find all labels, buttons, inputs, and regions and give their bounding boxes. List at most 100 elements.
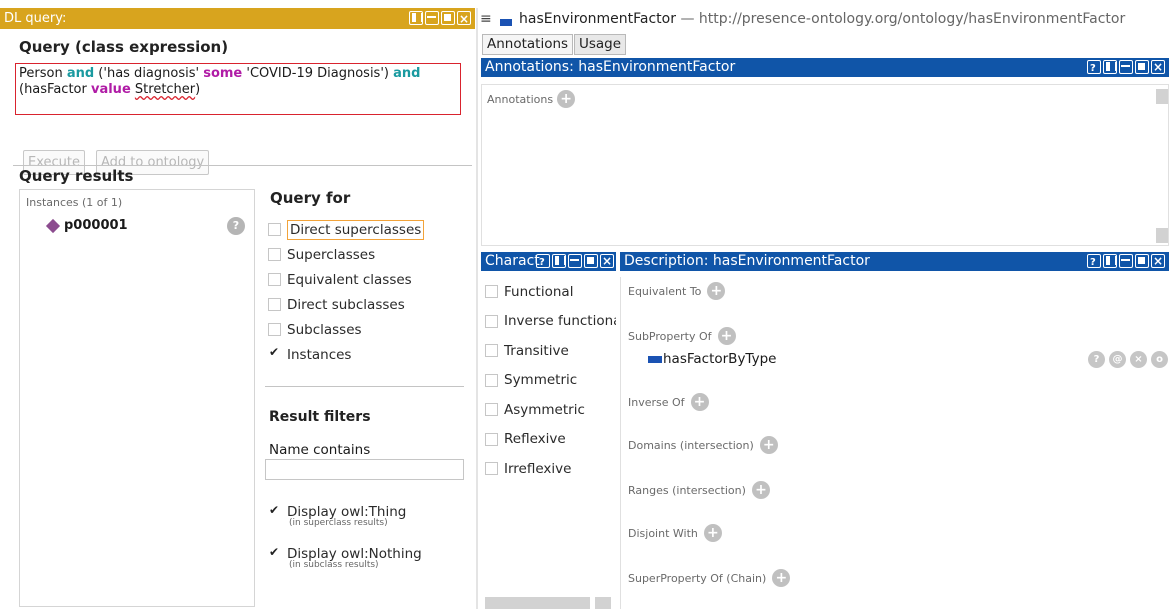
close-icon[interactable] — [1151, 252, 1165, 271]
characteristic-symmetric[interactable]: Symmetric — [485, 366, 616, 396]
name-contains-input[interactable] — [265, 459, 464, 480]
option-label: Equivalent classes — [287, 271, 412, 288]
characteristic-label: Functional — [504, 283, 574, 300]
edit-icon[interactable]: o — [1151, 350, 1168, 368]
section-label: SuperProperty Of (Chain) — [628, 571, 767, 585]
annotations-title: Annotations: hasEnvironmentFactor — [485, 59, 736, 75]
characteristic-irreflexive[interactable]: Irreflexive — [485, 454, 616, 484]
characteristic-label: Irreflexive — [504, 460, 572, 477]
option-label: Subclasses — [287, 321, 362, 338]
add-range-icon[interactable]: + — [751, 481, 770, 499]
add-disjoint-icon[interactable]: + — [703, 524, 722, 542]
subproperty-value: hasFactorByType — [663, 351, 777, 367]
checkbox[interactable] — [268, 248, 281, 261]
split-rows-icon[interactable] — [568, 254, 582, 268]
annotations-row: Annotations + — [487, 90, 576, 108]
checkbox[interactable] — [485, 432, 498, 446]
checkbox[interactable] — [268, 298, 281, 311]
add-equivalent-icon[interactable]: + — [707, 282, 726, 300]
add-annotation-icon[interactable]: + — [557, 90, 576, 108]
scrollbar-thumb[interactable] — [1156, 89, 1168, 104]
option-label: Instances — [287, 346, 352, 363]
checkbox-checked[interactable] — [268, 345, 281, 361]
characteristic-transitive[interactable]: Transitive — [485, 336, 616, 366]
query-for-superclasses[interactable]: Superclasses — [268, 242, 424, 267]
query-for-direct-superclasses[interactable]: Direct superclasses — [268, 217, 425, 242]
delete-icon[interactable]: × — [1130, 350, 1147, 368]
split-columns-icon[interactable] — [409, 11, 423, 25]
display-thing-option[interactable]: Display owl:Thing (in superclass results… — [268, 503, 406, 528]
query-for-equivalent-classes[interactable]: Equivalent classes — [268, 267, 424, 292]
menu-icon[interactable]: ≡ — [480, 11, 492, 27]
add-inverse-icon[interactable]: + — [690, 393, 709, 411]
checkbox-checked[interactable] — [268, 503, 281, 519]
maximize-icon[interactable] — [1135, 60, 1149, 74]
domains-section: Domains (intersection) + — [628, 436, 778, 454]
add-subproperty-icon[interactable]: + — [717, 327, 736, 345]
tab-annotations[interactable]: Annotations — [482, 34, 574, 55]
superproperty-chain-section: SuperProperty Of (Chain) + — [628, 569, 791, 587]
checkbox[interactable] — [485, 344, 498, 358]
split-columns-icon[interactable] — [552, 254, 566, 268]
close-icon[interactable] — [457, 9, 471, 30]
characteristics-title: Charact — [485, 253, 540, 269]
add-chain-icon[interactable]: + — [772, 569, 791, 587]
split-rows-icon[interactable] — [425, 11, 439, 25]
checkbox[interactable] — [268, 223, 281, 236]
characteristics-titlebar: Charact — [481, 252, 616, 272]
split-rows-icon[interactable] — [1119, 254, 1133, 268]
expr-keyword-and: and — [393, 66, 421, 81]
query-for-direct-subclasses[interactable]: Direct subclasses — [268, 292, 424, 317]
row-actions: ? @ × o — [1088, 350, 1168, 368]
explain-icon[interactable]: ? — [1088, 350, 1105, 368]
add-domain-icon[interactable]: + — [759, 436, 778, 454]
list-item[interactable]: p000001 — [45, 218, 128, 233]
query-results-list[interactable]: Instances (1 of 1) p000001 ? — [19, 189, 255, 607]
help-icon[interactable] — [536, 253, 550, 272]
option-label: Superclasses — [287, 246, 376, 263]
checkbox-checked[interactable] — [268, 545, 281, 561]
split-columns-icon[interactable] — [1103, 60, 1117, 74]
annotations-label: Annotations — [487, 92, 554, 106]
panel-splitter[interactable] — [476, 8, 478, 609]
close-icon[interactable] — [1151, 58, 1165, 77]
characteristic-inverse-functional[interactable]: Inverse functiona — [485, 307, 616, 337]
checkbox[interactable] — [485, 462, 498, 476]
characteristic-asymmetric[interactable]: Asymmetric — [485, 395, 616, 425]
maximize-icon[interactable] — [584, 254, 598, 268]
query-for-instances[interactable]: Instances — [268, 342, 424, 367]
annotate-icon[interactable]: @ — [1109, 350, 1126, 368]
expr-keyword-value: value — [90, 82, 131, 97]
characteristic-functional[interactable]: Functional — [485, 277, 616, 307]
close-icon[interactable] — [600, 252, 614, 271]
tab-usage[interactable]: Usage — [574, 34, 627, 55]
checkbox[interactable] — [485, 403, 498, 417]
query-for-subclasses[interactable]: Subclasses — [268, 317, 424, 342]
checkbox[interactable] — [485, 373, 498, 387]
help-icon[interactable]: ? — [227, 217, 245, 235]
section-label: Inverse Of — [628, 395, 685, 409]
split-columns-icon[interactable] — [1103, 254, 1117, 268]
characteristics-panel: Functional Inverse functiona Transitive … — [481, 277, 616, 609]
maximize-icon[interactable] — [1135, 254, 1149, 268]
query-for-options: Direct superclasses Superclasses Equival… — [268, 217, 425, 367]
help-icon[interactable] — [1087, 59, 1101, 78]
horizontal-scrollbar-thumb[interactable] — [485, 597, 590, 609]
checkbox[interactable] — [485, 285, 498, 299]
display-nothing-option[interactable]: Display owl:Nothing (in subclass results… — [268, 545, 422, 570]
maximize-icon[interactable] — [441, 11, 455, 25]
list-item[interactable]: hasFactorByType ? @ × o — [648, 349, 1168, 369]
entity-name: hasEnvironmentFactor — [519, 11, 676, 27]
scrollbar-thumb[interactable] — [1156, 228, 1168, 243]
instances-header: Instances (1 of 1) — [26, 196, 123, 209]
checkbox[interactable] — [485, 314, 498, 328]
help-icon[interactable] — [1087, 253, 1101, 272]
characteristic-label: Asymmetric — [504, 401, 585, 418]
split-rows-icon[interactable] — [1119, 60, 1133, 74]
scroll-button[interactable] — [595, 597, 611, 609]
section-label: Domains (intersection) — [628, 438, 754, 452]
checkbox[interactable] — [268, 273, 281, 286]
checkbox[interactable] — [268, 323, 281, 336]
characteristic-reflexive[interactable]: Reflexive — [485, 425, 616, 455]
class-expression-editor[interactable]: Person and ('has diagnosis' some 'COVID-… — [15, 63, 461, 115]
